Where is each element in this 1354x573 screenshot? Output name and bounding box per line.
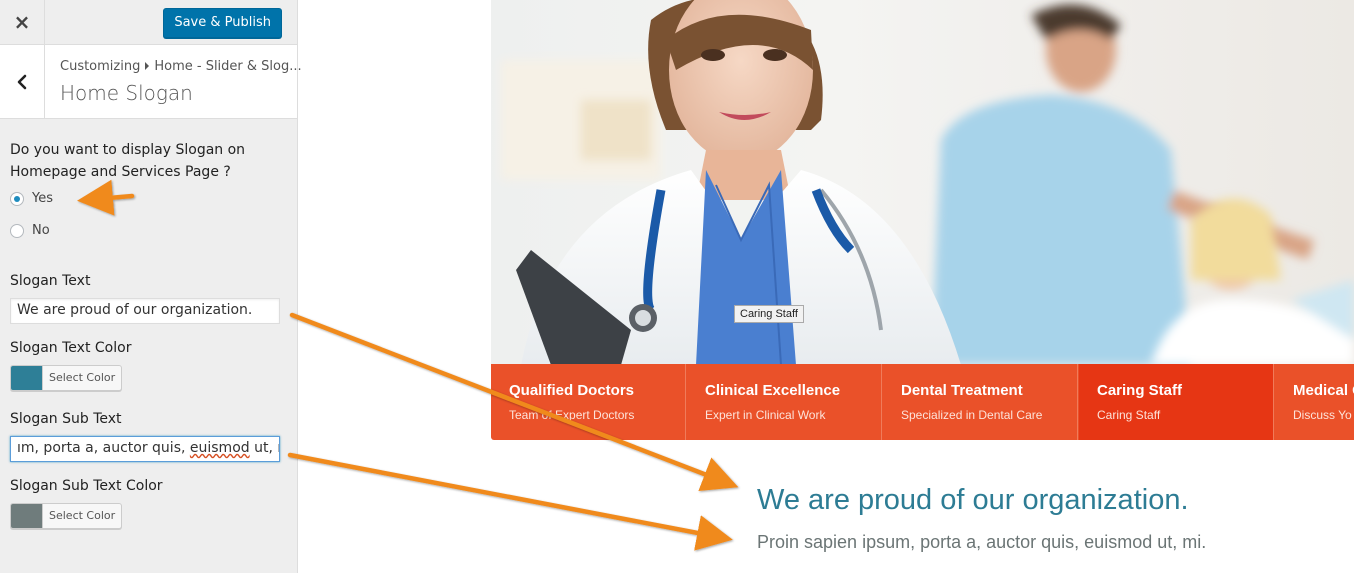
section-header: Customizing Home - Slider & Slog... Home … bbox=[0, 45, 302, 119]
customizer-header: × Save & Publish bbox=[0, 0, 297, 45]
radio-yes-button[interactable] bbox=[10, 191, 24, 206]
section-title: Home Slogan bbox=[60, 81, 193, 105]
back-button[interactable] bbox=[0, 45, 45, 118]
breadcrumb: Customizing Home - Slider & Slog... bbox=[60, 59, 302, 74]
feature-medical[interactable]: Medical C Discuss Yo bbox=[1275, 364, 1354, 440]
arrow-to-slogan-sub bbox=[287, 452, 733, 551]
slogan-sub-input[interactable]: ım, porta a, auctor quis, euismod ut, mi… bbox=[10, 436, 280, 462]
radio-yes[interactable]: Yes bbox=[10, 191, 53, 206]
hero-slider-image bbox=[491, 0, 1354, 365]
chevron-left-icon bbox=[17, 74, 27, 89]
slogan-subtext: Proin sapien ipsum, porta a, auctor quis… bbox=[757, 532, 1207, 552]
slogan-sub-input-text-start: ım, porta a, auctor quis, bbox=[17, 440, 190, 456]
hero-blur-anchor bbox=[491, 0, 492, 1]
feature-dental-treatment[interactable]: Dental Treatment Specialized in Dental C… bbox=[883, 364, 1078, 440]
feature-title: Caring Staff bbox=[1097, 382, 1183, 399]
feature-subtitle: Discuss Yo bbox=[1293, 408, 1352, 422]
feature-title: Dental Treatment bbox=[901, 382, 1023, 399]
feature-subtitle: Team of Expert Doctors bbox=[509, 408, 635, 422]
feature-caring-staff[interactable]: Caring Staff Caring Staff bbox=[1079, 364, 1274, 440]
save-publish-button[interactable]: Save & Publish bbox=[163, 8, 282, 38]
caret-right-icon bbox=[145, 62, 150, 70]
feature-title: Clinical Excellence bbox=[705, 382, 841, 399]
slogan-sub-color-label: Slogan Sub Text Color bbox=[10, 478, 163, 494]
slogan-text-label: Slogan Text bbox=[10, 273, 91, 289]
slogan-color-label: Slogan Text Color bbox=[10, 340, 132, 356]
close-icon[interactable]: × bbox=[0, 0, 45, 44]
radio-no-button[interactable] bbox=[10, 223, 24, 238]
radio-yes-label: Yes bbox=[32, 191, 53, 206]
slogan-sub-color-swatch bbox=[11, 504, 43, 528]
select-color-label: Select Color bbox=[49, 371, 116, 384]
breadcrumb-root: Customizing bbox=[60, 59, 141, 74]
customizer-sidebar: × Save & Publish Customizing Home - Slide… bbox=[0, 0, 302, 573]
doctors-photo bbox=[501, 0, 1354, 365]
slogan-sub-label: Slogan Sub Text bbox=[10, 411, 122, 427]
feature-bar: Qualified Doctors Team of Expert Doctors… bbox=[491, 364, 1354, 440]
display-slogan-question: Do you want to display Slogan on Homepag… bbox=[10, 142, 246, 180]
breadcrumb-section: Home - Slider & Slog... bbox=[154, 59, 302, 74]
radio-no[interactable]: No bbox=[10, 223, 50, 238]
slogan-color-swatch bbox=[11, 366, 43, 390]
feature-subtitle: Expert in Clinical Work bbox=[705, 408, 826, 422]
slogan-text-input[interactable]: We are proud of our organization. bbox=[10, 298, 280, 324]
radio-no-label: No bbox=[32, 223, 50, 238]
select-color-label: Select Color bbox=[49, 509, 116, 522]
tooltip: Caring Staff bbox=[734, 305, 804, 323]
feature-subtitle: Caring Staff bbox=[1097, 408, 1161, 422]
feature-title: Qualified Doctors bbox=[509, 382, 635, 399]
slogan-color-picker[interactable]: Select Color bbox=[10, 365, 123, 391]
slogan-heading: We are proud of our organization. bbox=[757, 484, 1189, 516]
feature-subtitle: Specialized in Dental Care bbox=[901, 408, 1043, 422]
feature-clinical-excellence[interactable]: Clinical Excellence Expert in Clinical W… bbox=[687, 364, 882, 440]
slogan-sub-input-text-end: ut, mi. bbox=[254, 440, 279, 456]
slogan-sub-color-picker[interactable]: Select Color bbox=[10, 503, 123, 529]
feature-title: Medical C bbox=[1293, 382, 1354, 399]
slogan-sub-input-misspelled: euismod bbox=[189, 440, 250, 456]
feature-qualified-doctors[interactable]: Qualified Doctors Team of Expert Doctors bbox=[491, 364, 686, 440]
